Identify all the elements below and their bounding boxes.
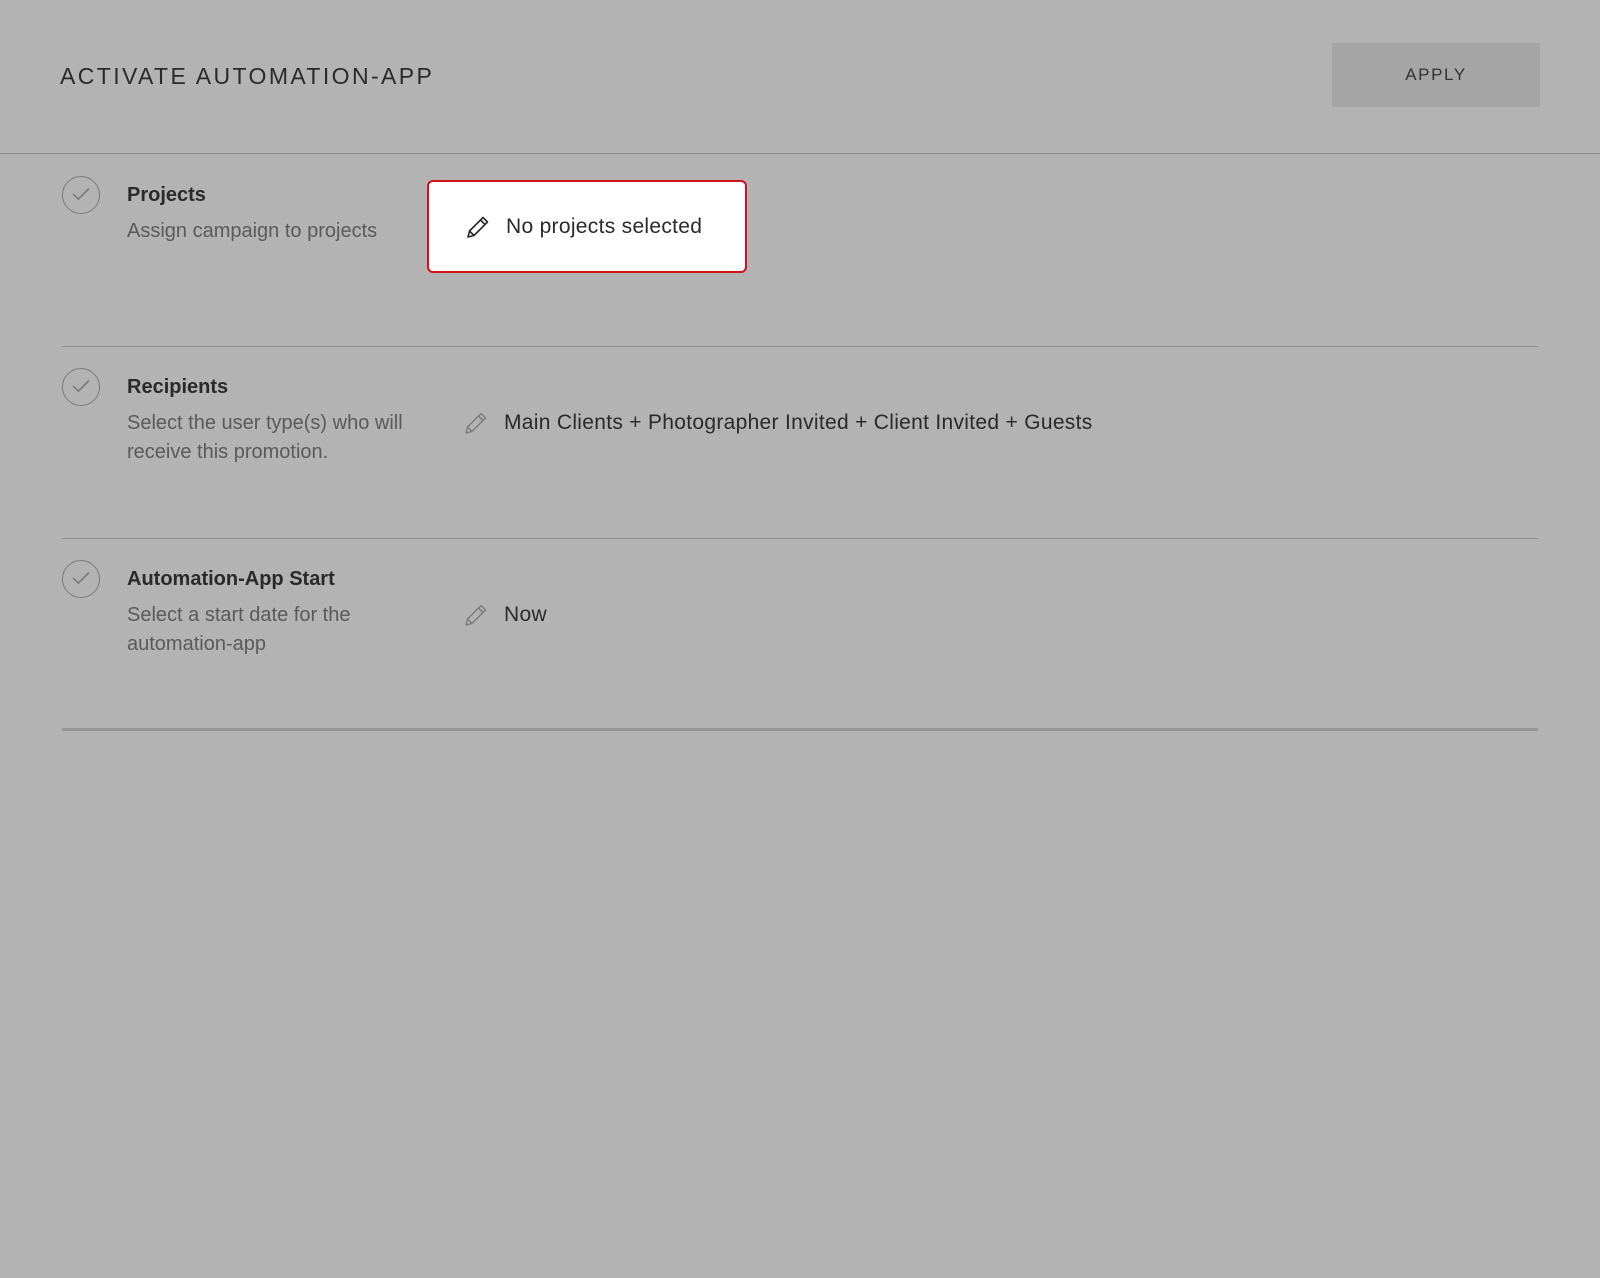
- start-date-value: Now: [504, 603, 547, 626]
- projects-section: Projects Assign campaign to projects: [62, 156, 1538, 347]
- recipients-value: Main Clients + Photographer Invited + Cl…: [504, 411, 1093, 434]
- section-title: Projects: [127, 184, 206, 206]
- check-circle-icon: [62, 176, 100, 214]
- check-circle-icon: [62, 560, 100, 598]
- check-circle-icon: [62, 368, 100, 406]
- recipients-selector[interactable]: Main Clients + Photographer Invited + Cl…: [462, 403, 1093, 443]
- pencil-icon: [467, 216, 489, 238]
- section-title: Automation-App Start: [127, 568, 335, 590]
- projects-value: No projects selected: [506, 214, 703, 238]
- start-section: Automation-App Start Select a start date…: [62, 540, 1538, 731]
- recipients-section: Recipients Select the user type(s) who w…: [62, 348, 1538, 539]
- section-description: Select the user type(s) who will receive…: [127, 412, 403, 463]
- page-title: ACTIVATE AUTOMATION-APP: [60, 63, 435, 89]
- apply-button[interactable]: APPLY: [1332, 43, 1540, 107]
- pencil-icon: [465, 412, 487, 434]
- section-description: Assign campaign to projects: [127, 220, 378, 242]
- start-date-selector[interactable]: Now: [462, 595, 547, 635]
- header-bar: ACTIVATE AUTOMATION-APP APPLY: [0, 0, 1600, 154]
- section-title: Recipients: [127, 376, 229, 398]
- section-description: Select a start date for the automation-a…: [127, 604, 351, 655]
- projects-selector[interactable]: No projects selected: [427, 180, 747, 273]
- pencil-icon: [465, 604, 487, 626]
